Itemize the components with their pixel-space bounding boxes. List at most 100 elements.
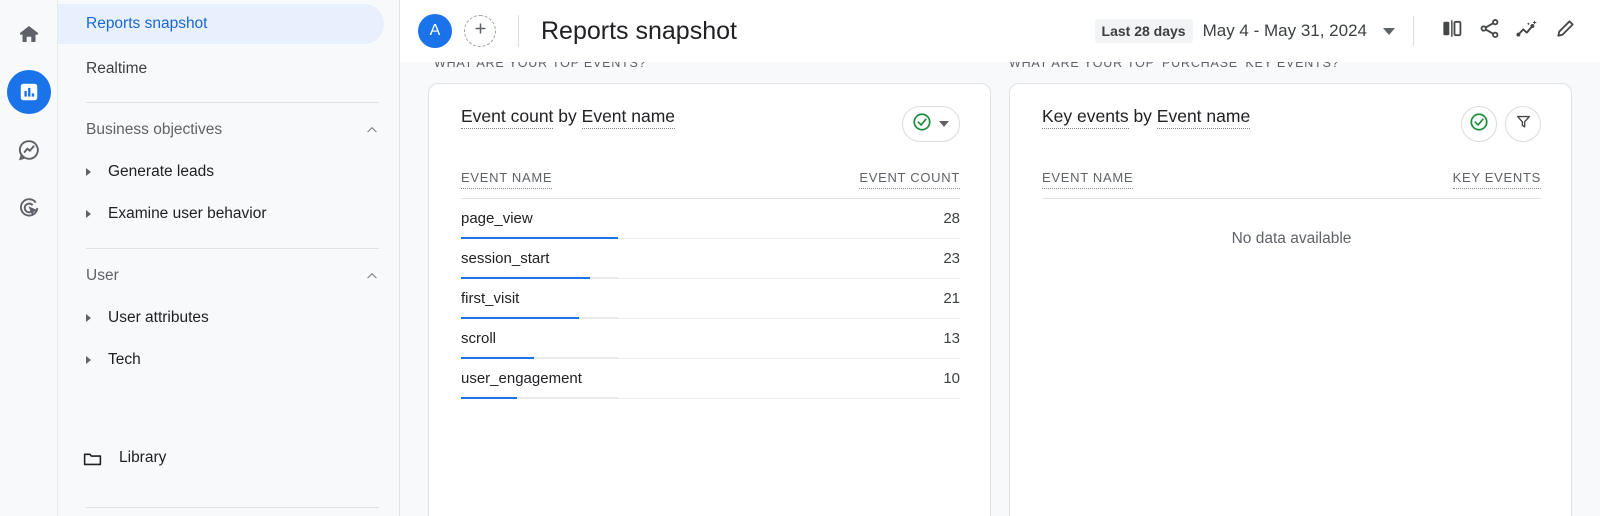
card-title-dimension[interactable]: Event name [581, 106, 676, 129]
row-event-count: 10 [943, 370, 960, 387]
sidebar-item-label: Generate leads [108, 163, 214, 180]
card-title: Key events by Event name [1042, 106, 1251, 129]
column-header-key-events[interactable]: KEY EVENTS [1452, 170, 1541, 189]
home-icon [17, 22, 41, 46]
table-header-row: EVENT NAME KEY EVENTS [1042, 170, 1541, 192]
card-header: Event count by Event name [461, 106, 960, 142]
card-kicker: WHAT ARE YOUR TOP 'PURCHASE' KEY EVENTS? [1009, 62, 1340, 70]
sidebar-item-user-attributes[interactable]: User attributes [58, 297, 399, 339]
events-table: EVENT NAME EVENT COUNT page_view 28 sessio… [461, 170, 960, 399]
topbar-right-controls: Last 28 days May 4 - May 31, 2024 [1094, 12, 1584, 50]
row-event-name: scroll [461, 330, 497, 347]
sidebar-item-label: Tech [108, 351, 141, 368]
filter-button[interactable] [1505, 106, 1541, 142]
sidebar-section-user[interactable]: User [58, 255, 399, 297]
primary-nav-rail [0, 0, 57, 516]
chevron-down-icon[interactable] [1383, 27, 1395, 35]
report-sidebar: Reports snapshot Realtime Business objec… [57, 0, 400, 516]
add-comparison-button[interactable] [464, 15, 496, 47]
triangle-right-icon [86, 168, 91, 176]
sidebar-item-reports-snapshot[interactable]: Reports snapshot [58, 4, 384, 44]
sidebar-divider-1 [86, 102, 379, 103]
sidebar-item-library[interactable]: Library [58, 437, 399, 479]
card-kickers: WHAT ARE YOUR TOP EVENTS? WHAT ARE YOUR … [428, 62, 1572, 72]
rail-item-advertising[interactable] [7, 186, 51, 230]
table-row[interactable]: page_view 28 [461, 199, 960, 239]
key-events-table: EVENT NAME KEY EVENTS No data available [1042, 170, 1541, 248]
check-circle-icon [1468, 111, 1490, 138]
card-actions [902, 106, 960, 142]
row-event-name: session_start [461, 250, 550, 267]
comparisons-button[interactable] [1432, 12, 1470, 50]
data-quality-dropdown[interactable] [902, 106, 960, 142]
rail-item-explore[interactable] [7, 128, 51, 172]
date-range-label[interactable]: May 4 - May 31, 2024 [1203, 21, 1367, 41]
card-header: Key events by Event name [1042, 106, 1541, 142]
edit-pencil-icon [1554, 17, 1577, 45]
sidebar-item-generate-leads[interactable]: Generate leads [58, 151, 399, 193]
insights-button[interactable] [1508, 12, 1546, 50]
empty-state-message: No data available [1231, 230, 1352, 247]
report-topbar: A Reports snapshot Last 28 days May 4 - … [400, 0, 1600, 62]
sidebar-item-label: User attributes [108, 309, 209, 326]
folder-icon [82, 448, 103, 469]
table-header-row: EVENT NAME EVENT COUNT [461, 170, 960, 192]
topbar-divider-2 [1413, 16, 1414, 46]
analytics-app: Reports snapshot Realtime Business objec… [0, 0, 1600, 516]
customize-report-button[interactable] [1546, 12, 1584, 50]
topbar-divider [518, 15, 519, 47]
card-title: Event count by Event name [461, 106, 676, 129]
triangle-right-icon [86, 210, 91, 218]
card-title-metric[interactable]: Event count [461, 106, 554, 129]
avatar[interactable]: A [418, 14, 452, 48]
reports-bar-chart-icon [18, 81, 40, 103]
chevron-up-icon [365, 123, 379, 137]
row-bar-fill [461, 396, 518, 399]
filter-funnel-icon [1515, 113, 1532, 135]
column-header-event-count[interactable]: EVENT COUNT [859, 170, 960, 189]
triangle-right-icon [86, 356, 91, 364]
sidebar-item-realtime[interactable]: Realtime [58, 49, 384, 89]
table-row[interactable]: session_start 23 [461, 239, 960, 279]
main-content: A Reports snapshot Last 28 days May 4 - … [400, 0, 1600, 516]
rail-item-reports[interactable] [6, 70, 51, 114]
row-event-count: 13 [943, 330, 960, 347]
explore-icon [17, 138, 41, 162]
date-preset-chip[interactable]: Last 28 days [1094, 19, 1193, 43]
sidebar-item-tech[interactable]: Tech [58, 339, 399, 381]
chevron-down-icon [939, 121, 949, 127]
avatar-letter: A [429, 22, 441, 39]
advertising-target-icon [17, 196, 41, 220]
rail-item-home[interactable] [7, 12, 51, 56]
card-key-events: Key events by Event name EVENT NAME KEY … [1009, 83, 1572, 516]
card-row: Event count by Event name EVENT NAME EVE… [428, 83, 1572, 516]
table-row[interactable]: user_engagement 10 [461, 359, 960, 399]
page-title: Reports snapshot [541, 16, 737, 45]
row-bar-track [461, 396, 618, 399]
sidebar-item-examine-user-behavior[interactable]: Examine user behavior [58, 193, 399, 235]
chevron-up-icon [365, 269, 379, 283]
card-title-join: by [1128, 106, 1157, 126]
card-actions [1461, 106, 1541, 142]
share-icon [1478, 17, 1501, 45]
data-quality-button[interactable] [1461, 106, 1497, 142]
card-title-dimension[interactable]: Event name [1156, 106, 1251, 129]
compare-icon [1440, 17, 1463, 45]
column-header-event-name[interactable]: EVENT NAME [461, 170, 553, 189]
sidebar-section-business-objectives[interactable]: Business objectives [58, 109, 399, 151]
column-header-event-name[interactable]: EVENT NAME [1042, 170, 1134, 189]
table-body: page_view 28 session_start 23 first_visit 21 s… [461, 199, 960, 399]
table-row[interactable]: first_visit 21 [461, 279, 960, 319]
table-row[interactable]: scroll 13 [461, 319, 960, 359]
share-button[interactable] [1470, 12, 1508, 50]
sidebar-divider-2 [86, 248, 379, 249]
row-event-count: 23 [943, 250, 960, 267]
sidebar-item-label: Reports snapshot [86, 15, 208, 32]
row-event-name: first_visit [461, 290, 520, 307]
plus-icon [473, 21, 488, 41]
card-title-metric[interactable]: Key events [1042, 106, 1129, 129]
row-event-count: 28 [943, 210, 960, 227]
triangle-right-icon [86, 314, 91, 322]
row-event-name: user_engagement [461, 370, 582, 387]
sidebar-item-label: Library [119, 449, 167, 466]
